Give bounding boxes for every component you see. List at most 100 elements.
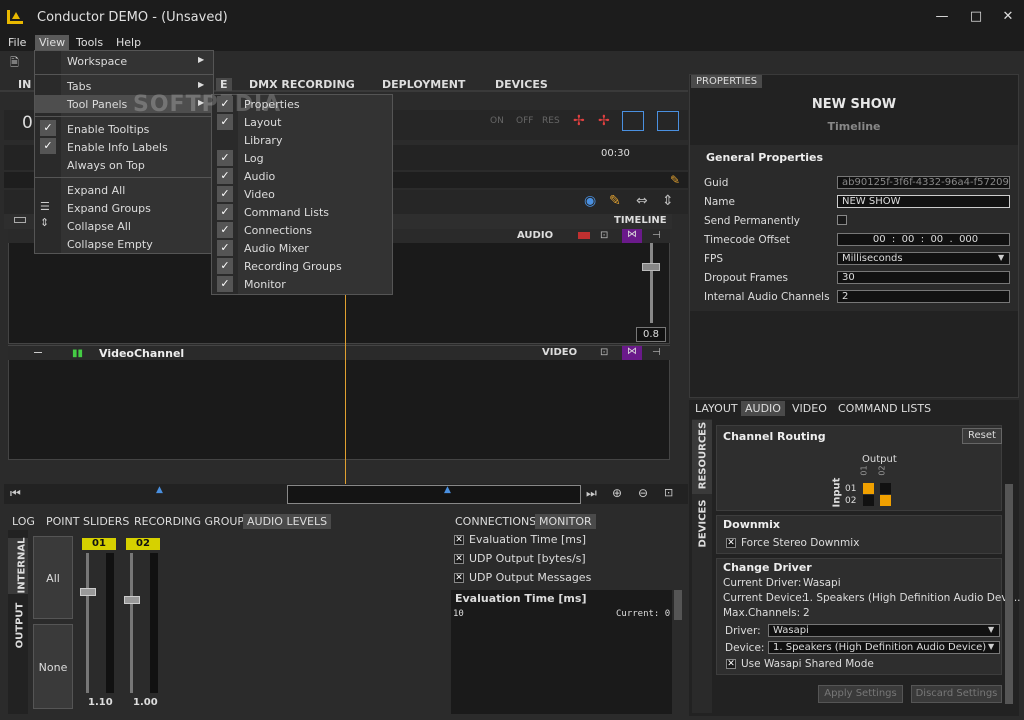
name-field[interactable]: NEW SHOW (837, 195, 1010, 208)
tab-resources[interactable]: RESOURCES (698, 421, 709, 491)
tab-output[interactable]: OUTPUT (14, 603, 25, 649)
on-icon[interactable]: ON (490, 116, 504, 126)
mute-icon[interactable]: ⋈ (622, 346, 642, 360)
panel-video[interactable]: Video (244, 188, 275, 201)
add-marker-icon[interactable]: ✎ (670, 173, 680, 187)
checkbox-icon[interactable]: ✕ (454, 573, 464, 583)
routing-cell-off[interactable] (863, 495, 874, 506)
panel-command-lists[interactable]: Command Lists (244, 206, 329, 219)
panel-layout[interactable]: Layout (244, 116, 281, 129)
video-track[interactable] (8, 345, 670, 460)
tab-audio[interactable]: AUDIO (741, 401, 785, 416)
tab-point-sliders[interactable]: POINT SLIDERS (42, 514, 133, 529)
checkbox-icon[interactable]: ✕ (454, 535, 464, 545)
guid-field[interactable]: ab90125f-3f6f-4332-96a4-f57209b (837, 176, 1010, 189)
tab-deployment[interactable]: DEPLOYMENT (382, 78, 465, 91)
chevron-down-icon[interactable]: ▼ (988, 625, 994, 634)
wasapi-shared-item[interactable]: ✕ Use Wasapi Shared Mode (726, 658, 874, 670)
routing-cell-on[interactable] (880, 495, 891, 506)
fader-knob[interactable] (124, 596, 140, 604)
menu-item-collapse-empty[interactable]: Collapse Empty (67, 238, 153, 251)
settings-icon[interactable]: ⊡ (600, 347, 608, 358)
grid-button[interactable] (657, 111, 679, 131)
select-none-button[interactable]: None (33, 624, 73, 709)
panel-monitor[interactable]: Monitor (244, 278, 286, 291)
reset-button[interactable]: Reset (962, 428, 1002, 444)
mute-icon[interactable]: ⋈ (622, 229, 642, 243)
zoom-in-icon[interactable]: ⊕ (612, 486, 622, 500)
discard-settings-button[interactable]: Discard Settings (911, 685, 1002, 703)
monitor-check-item[interactable]: ✕ Evaluation Time [ms] (454, 533, 586, 546)
chevron-down-icon[interactable]: ▼ (998, 253, 1004, 262)
menu-help[interactable]: Help (112, 35, 145, 50)
res-icon[interactable]: RES (542, 116, 560, 126)
menu-item-workspace[interactable]: Workspace (67, 55, 127, 68)
zoom-fit-icon[interactable]: ⊡ (664, 486, 673, 499)
menu-tools[interactable]: Tools (72, 35, 107, 50)
select-tool-icon[interactable]: ◉ (584, 193, 596, 209)
tab-recording-groups[interactable]: RECORDING GROUPS (130, 514, 255, 529)
menu-item-expand-groups[interactable]: Expand Groups (67, 202, 151, 215)
start-marker-icon[interactable]: ▲ (156, 485, 163, 495)
internal-audio-channels-field[interactable]: 2 (837, 290, 1010, 303)
routing-cell-on[interactable] (863, 483, 874, 494)
volume-fader[interactable]: 0.8 (636, 243, 666, 343)
select-all-button[interactable]: All (33, 536, 73, 619)
timecode-offset-field[interactable]: 00 : 00 : 00 . 000 (837, 233, 1010, 246)
video-channel-name[interactable]: VideoChannel (99, 347, 184, 360)
zoom-out-icon[interactable]: ⊖ (638, 486, 648, 500)
minimize-button[interactable]: — (932, 9, 952, 25)
routing-cell-off[interactable] (880, 483, 891, 494)
resize-v-icon[interactable]: ⇕ (662, 193, 674, 209)
tab-connections[interactable]: CONNECTIONS (451, 514, 540, 529)
fader-knob[interactable] (80, 588, 96, 596)
fps-select[interactable]: Milliseconds (837, 252, 1010, 265)
checkbox-icon[interactable]: ✕ (726, 538, 736, 548)
menu-item-always-on-top[interactable]: Always on Top (67, 159, 145, 172)
dropout-frames-field[interactable]: 30 (837, 271, 1010, 284)
tab-internal[interactable]: INTERNAL (16, 538, 27, 594)
chevron-down-icon[interactable]: ▼ (988, 642, 994, 651)
tab-audio-levels[interactable]: AUDIO LEVELS (243, 514, 332, 529)
driver-select[interactable]: Wasapi (768, 624, 1000, 637)
panel-recording-groups[interactable]: Recording Groups (244, 260, 342, 273)
fader-knob[interactable] (642, 263, 660, 271)
settings-icon[interactable]: ⊡ (600, 230, 608, 241)
menu-item-tool-panels[interactable]: Tool Panels (67, 98, 127, 111)
collapse-icon[interactable] (34, 352, 42, 353)
tab-devices[interactable]: DEVICES (495, 78, 548, 91)
position-marker-icon[interactable]: ▲ (444, 485, 451, 495)
tab-log[interactable]: LOG (8, 514, 39, 529)
force-stereo-item[interactable]: ✕ Force Stereo Downmix (726, 537, 859, 549)
panel-connections[interactable]: Connections (244, 224, 312, 237)
panel-log[interactable]: Log (244, 152, 264, 165)
tab-video[interactable]: VIDEO (788, 401, 831, 416)
menu-item-enable-info-labels[interactable]: Enable Info Labels (67, 141, 168, 154)
apply-settings-button[interactable]: Apply Settings (818, 685, 903, 703)
tab-timeline[interactable]: E (216, 78, 232, 91)
menu-item-enable-tooltips[interactable]: Enable Tooltips (67, 123, 149, 136)
scrollbar[interactable] (1005, 484, 1013, 704)
device-select[interactable]: 1. Speakers (High Definition Audio Devic… (768, 641, 1000, 654)
panel-audio[interactable]: Audio (244, 170, 275, 183)
panel-audio-mixer[interactable]: Audio Mixer (244, 242, 309, 255)
new-file-icon[interactable]: 🗎 (10, 54, 24, 69)
menu-file[interactable]: File (4, 35, 30, 50)
send-permanently-checkbox[interactable] (837, 215, 847, 225)
menu-item-collapse-all[interactable]: Collapse All (67, 220, 131, 233)
tab-command-lists[interactable]: COMMAND LISTS (834, 401, 935, 416)
pencil-tool-icon[interactable]: ✎ (609, 193, 621, 209)
fast-forward-icon[interactable]: ⏭ (586, 486, 597, 501)
marker-icon[interactable]: ✢ (573, 113, 585, 129)
tab-layout[interactable]: LAYOUT (691, 401, 742, 416)
checkbox-icon[interactable]: ✕ (726, 659, 736, 669)
scrollbar[interactable] (674, 590, 682, 620)
monitor-check-item[interactable]: ✕ UDP Output Messages (454, 571, 591, 584)
monitor-check-item[interactable]: ✕ UDP Output [bytes/s] (454, 552, 586, 565)
resize-h-icon[interactable]: ⇔ (636, 193, 648, 209)
maximize-button[interactable]: □ (966, 9, 986, 25)
tab-monitor[interactable]: MONITOR (535, 514, 596, 529)
snap-button[interactable] (622, 111, 644, 131)
tab-properties[interactable]: PROPERTIES (691, 75, 763, 88)
collapse-icon[interactable] (14, 217, 26, 223)
